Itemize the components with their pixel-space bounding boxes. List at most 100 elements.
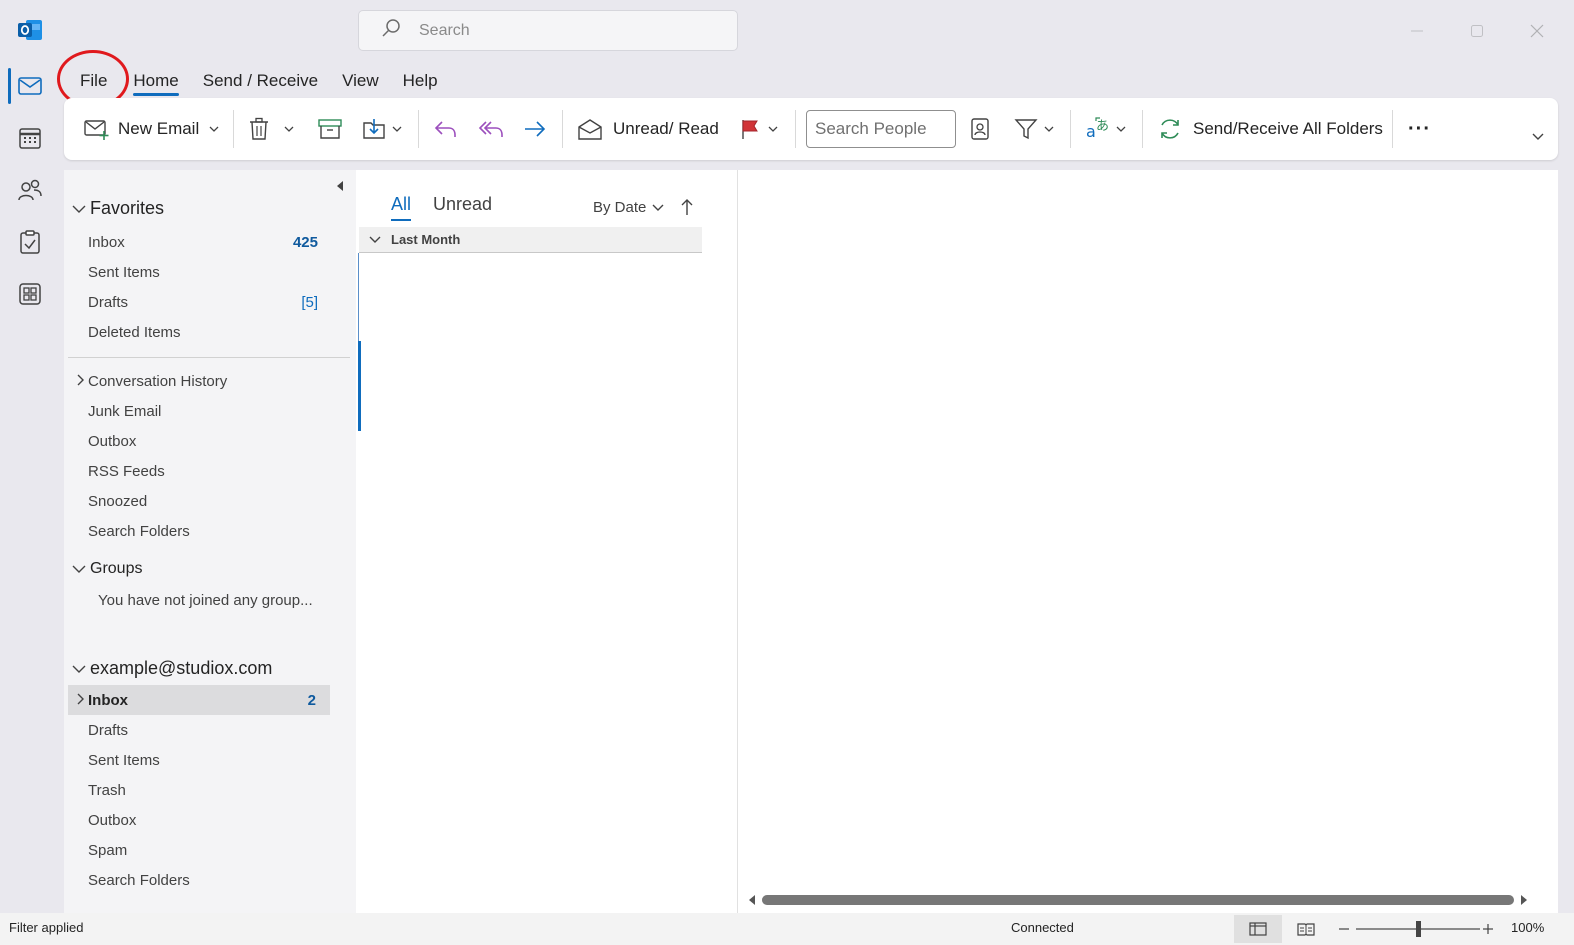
trash-icon — [250, 117, 268, 140]
favorites-header[interactable]: Favorites — [72, 198, 164, 219]
move-button[interactable] — [362, 98, 402, 160]
reading-view-button[interactable] — [1282, 915, 1330, 943]
reply-all-button[interactable] — [478, 98, 504, 160]
folder-item[interactable]: Search Folders — [88, 516, 328, 546]
more-options-button[interactable]: ··· — [1408, 98, 1431, 160]
folder-label: Sent Items — [88, 263, 160, 281]
sync-icon — [1161, 119, 1179, 139]
folder-item[interactable]: Conversation History — [77, 366, 328, 396]
close-button[interactable] — [1520, 14, 1554, 48]
folder-item[interactable]: Drafts — [88, 715, 328, 745]
envelope-open-icon — [578, 119, 602, 140]
chevron-down-icon[interactable] — [284, 126, 294, 132]
folder-item[interactable]: Spam — [88, 835, 328, 865]
account-header[interactable]: example@studiox.com — [72, 658, 272, 679]
rail-people[interactable] — [0, 164, 60, 216]
unread-read-button[interactable]: Unread/ Read — [578, 98, 719, 160]
rail-apps[interactable] — [0, 268, 60, 320]
folder-item[interactable]: Outbox — [88, 805, 328, 835]
filter-status: Filter applied — [9, 920, 84, 935]
mail-icon — [18, 77, 42, 95]
scroll-right-icon[interactable] — [1520, 894, 1528, 906]
chevron-down-icon — [72, 665, 86, 673]
expand-ribbon-button[interactable] — [1532, 106, 1544, 168]
tab-send-receive[interactable]: Send / Receive — [191, 64, 330, 98]
send-receive-all-button[interactable]: Send/Receive All Folders — [1158, 98, 1383, 160]
rail-tasks[interactable] — [0, 216, 60, 268]
sort-dropdown[interactable]: By Date — [593, 199, 664, 216]
arrow-up-icon — [681, 199, 693, 215]
folder-item[interactable]: Outbox — [88, 426, 328, 456]
archive-button[interactable] — [318, 98, 342, 160]
flag-button[interactable] — [740, 98, 778, 160]
chevron-right-icon[interactable] — [76, 693, 84, 705]
tab-home[interactable]: Home — [121, 64, 190, 98]
reply-button[interactable] — [434, 98, 458, 160]
filter-icon — [1014, 119, 1038, 140]
groups-header[interactable]: Groups — [72, 560, 142, 578]
folder-item[interactable]: Sent Items — [88, 745, 328, 775]
filter-tab-all[interactable]: All — [391, 194, 412, 221]
folder-item[interactable]: Inbox 425 — [88, 227, 328, 257]
rail-calendar[interactable] — [0, 112, 60, 164]
global-search-box[interactable] — [358, 10, 738, 51]
rail-mail[interactable] — [0, 60, 60, 112]
zoom-in-icon[interactable] — [1482, 923, 1494, 935]
folder-item[interactable]: Sent Items — [88, 257, 328, 287]
search-input[interactable] — [419, 21, 719, 40]
folder-item[interactable]: Junk Email — [88, 396, 328, 426]
zoom-out-icon[interactable] — [1338, 923, 1350, 935]
chevron-right-icon[interactable] — [76, 374, 84, 386]
forward-button[interactable] — [523, 98, 547, 160]
scroll-thumb[interactable] — [762, 895, 1514, 905]
group-header-label: Last Month — [391, 232, 461, 247]
minimize-icon — [1411, 30, 1423, 32]
folder-item[interactable]: RSS Feeds — [88, 456, 328, 486]
folder-label: Sent Items — [88, 751, 160, 769]
close-icon — [1530, 24, 1544, 38]
zoom-percent[interactable]: 100% — [1511, 920, 1544, 935]
sort-direction-button[interactable] — [681, 198, 693, 221]
tasks-icon — [20, 230, 40, 254]
folder-label: Outbox — [88, 432, 137, 450]
search-people-input[interactable] — [806, 110, 956, 148]
tab-view[interactable]: View — [330, 64, 391, 98]
zoom-thumb[interactable] — [1416, 921, 1421, 937]
chevron-down-icon[interactable] — [209, 126, 219, 132]
folder-item[interactable]: Search Folders — [88, 865, 328, 895]
folder-item[interactable]: Deleted Items — [88, 317, 328, 347]
tab-file[interactable]: File — [66, 64, 121, 98]
groups-empty-message: You have not joined any group... — [98, 592, 313, 609]
chevron-down-icon[interactable] — [1044, 126, 1054, 132]
minimize-button[interactable] — [1400, 14, 1434, 48]
status-bar: Filter applied Connected 100% — [0, 913, 1574, 945]
collapse-folder-pane-button[interactable] — [332, 178, 348, 194]
maximize-button[interactable] — [1460, 14, 1494, 48]
address-book-button[interactable] — [970, 98, 990, 160]
date-group-header[interactable]: Last Month — [359, 227, 702, 253]
scroll-track[interactable] — [762, 895, 1514, 905]
translate-button[interactable]: aあ — [1086, 98, 1126, 160]
chevron-down-icon[interactable] — [392, 126, 402, 132]
folder-item-selected[interactable]: Inbox 2 — [77, 685, 328, 715]
filter-tab-unread[interactable]: Unread — [433, 194, 492, 215]
new-email-button[interactable]: New Email — [84, 98, 219, 160]
scroll-left-icon[interactable] — [748, 894, 756, 906]
chevron-down-icon[interactable] — [1116, 126, 1126, 132]
folder-item[interactable]: Snoozed — [88, 486, 328, 516]
app-rail — [0, 60, 60, 320]
chevron-down-icon[interactable] — [768, 126, 778, 132]
folder-item[interactable]: Trash — [88, 775, 328, 805]
folder-label: Inbox — [88, 691, 128, 709]
horizontal-scrollbar[interactable] — [748, 892, 1528, 908]
folder-item[interactable]: Drafts [5] — [88, 287, 328, 317]
normal-view-button[interactable] — [1234, 915, 1282, 943]
chevron-down-icon — [652, 204, 664, 211]
zoom-slider[interactable] — [1336, 919, 1496, 939]
message-list: All Unread By Date Last Month — [356, 170, 738, 913]
filter-button[interactable] — [1014, 98, 1054, 160]
account-label: example@studiox.com — [90, 658, 273, 678]
delete-button[interactable] — [248, 98, 294, 160]
folder-label: Conversation History — [88, 372, 228, 390]
tab-help[interactable]: Help — [391, 64, 450, 98]
